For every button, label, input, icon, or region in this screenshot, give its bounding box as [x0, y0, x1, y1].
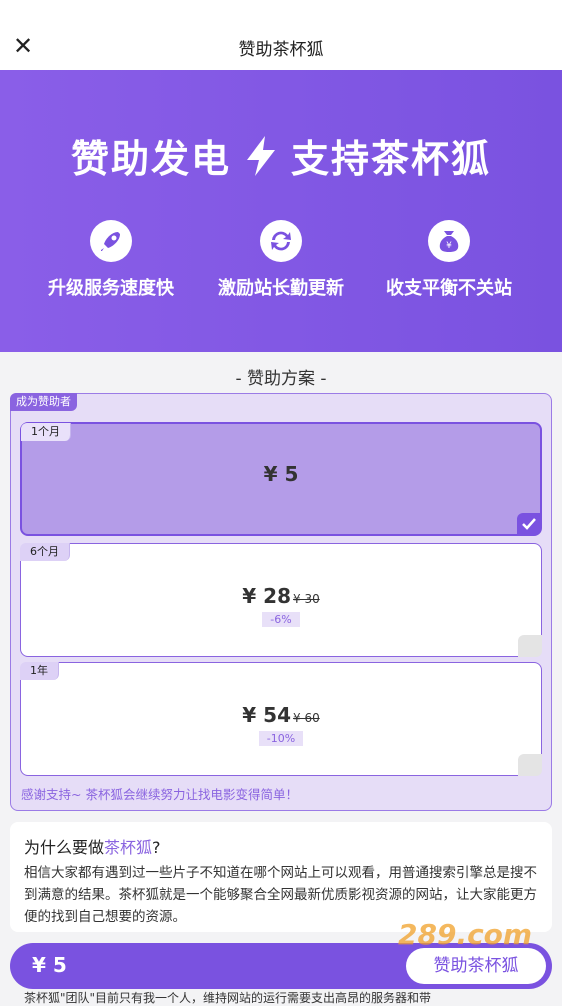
feature-label: 激励站长勤更新 — [218, 278, 344, 299]
sponsor-button[interactable]: 赞助茶杯狐 — [406, 948, 546, 984]
plan-discount-row: -6% — [21, 608, 541, 627]
plan-1-month[interactable]: 1个月 ¥ 5 — [20, 422, 542, 536]
plan-price: ¥ 28 — [242, 584, 291, 608]
thanks-note: 感谢支持~ 茶杯狐会继续努力让找电影变得简单！ — [21, 787, 298, 802]
why-card: 为什么要做茶杯狐? 相信大家都有遇到过一些片子不知道在哪个网站上可以观看，用普通… — [10, 822, 552, 932]
discount-badge: -10% — [258, 731, 304, 746]
plan-old-price: ¥ 60 — [293, 711, 320, 725]
feature-label: 升级服务速度快 — [48, 278, 174, 299]
hero-title: 赞助发电 支持茶杯狐 — [0, 128, 562, 183]
why-title-highlight: 茶杯狐 — [104, 838, 153, 857]
refresh-icon — [260, 220, 302, 262]
why-title-prefix: 为什么要做 — [24, 838, 105, 857]
plan-price: ¥ 54 — [242, 703, 291, 727]
why-title-suffix: ? — [152, 838, 161, 857]
feature-label: 收支平衡不关站 — [386, 278, 512, 299]
hero-title-left: 赞助发电 — [70, 137, 231, 181]
hero-title-right: 支持茶杯狐 — [291, 137, 492, 181]
plan-price-row: ¥ 28 ¥ 30 — [21, 584, 541, 608]
plan-price-row: ¥ 54 ¥ 60 — [21, 703, 541, 727]
plan-old-price: ¥ 30 — [293, 592, 320, 606]
unchecked-box — [518, 754, 542, 776]
why-title: 为什么要做茶杯狐? — [24, 834, 161, 858]
site-watermark: 289.com — [398, 918, 533, 951]
discount-badge: -6% — [262, 612, 300, 627]
footer-text: 茶杯狐"团队"目前只有我一个人，维持网站的运行需要支出高昂的服务器和带 — [24, 991, 432, 1005]
feature-speed: 升级服务速度快 — [21, 220, 201, 300]
rocket-icon — [90, 220, 132, 262]
lightning-icon — [247, 136, 275, 176]
selected-price: ¥ 5 — [32, 953, 67, 977]
plan-price-row: ¥ 5 — [22, 462, 540, 486]
plan-6-months[interactable]: 6个月 ¥ 28 ¥ 30 -6% — [20, 543, 542, 657]
become-sponsor-tag: 成为赞助者 — [10, 393, 77, 411]
plan-price: ¥ 5 — [263, 462, 299, 486]
plans-panel: 成为赞助者 1个月 ¥ 5 6个月 ¥ 28 ¥ 30 -6% 1年 ¥ 54 ¥ … — [10, 393, 552, 811]
feature-update: 激励站长勤更新 — [191, 220, 371, 300]
feature-balance: ¥ 收支平衡不关站 — [359, 220, 539, 300]
hero-banner: 赞助发电 支持茶杯狐 升级服务速度快 激励站长勤更新 ¥ 收支平衡不关站 — [0, 70, 562, 352]
unchecked-box — [518, 635, 542, 657]
top-nav-bar: ✕ 赞助茶杯狐 — [0, 0, 562, 70]
plan-1-year[interactable]: 1年 ¥ 54 ¥ 60 -10% — [20, 662, 542, 776]
plan-period-tag: 1年 — [20, 662, 59, 680]
plan-discount-row: -10% — [21, 727, 541, 746]
page-title: 赞助茶杯狐 — [238, 40, 324, 60]
svg-text:¥: ¥ — [446, 241, 452, 251]
money-bag-icon: ¥ — [428, 220, 470, 262]
plan-period-tag: 6个月 — [20, 543, 70, 561]
plan-period-tag: 1个月 — [21, 423, 71, 441]
check-icon — [517, 513, 541, 535]
plans-section-title: - 赞助方案 - — [235, 369, 327, 389]
